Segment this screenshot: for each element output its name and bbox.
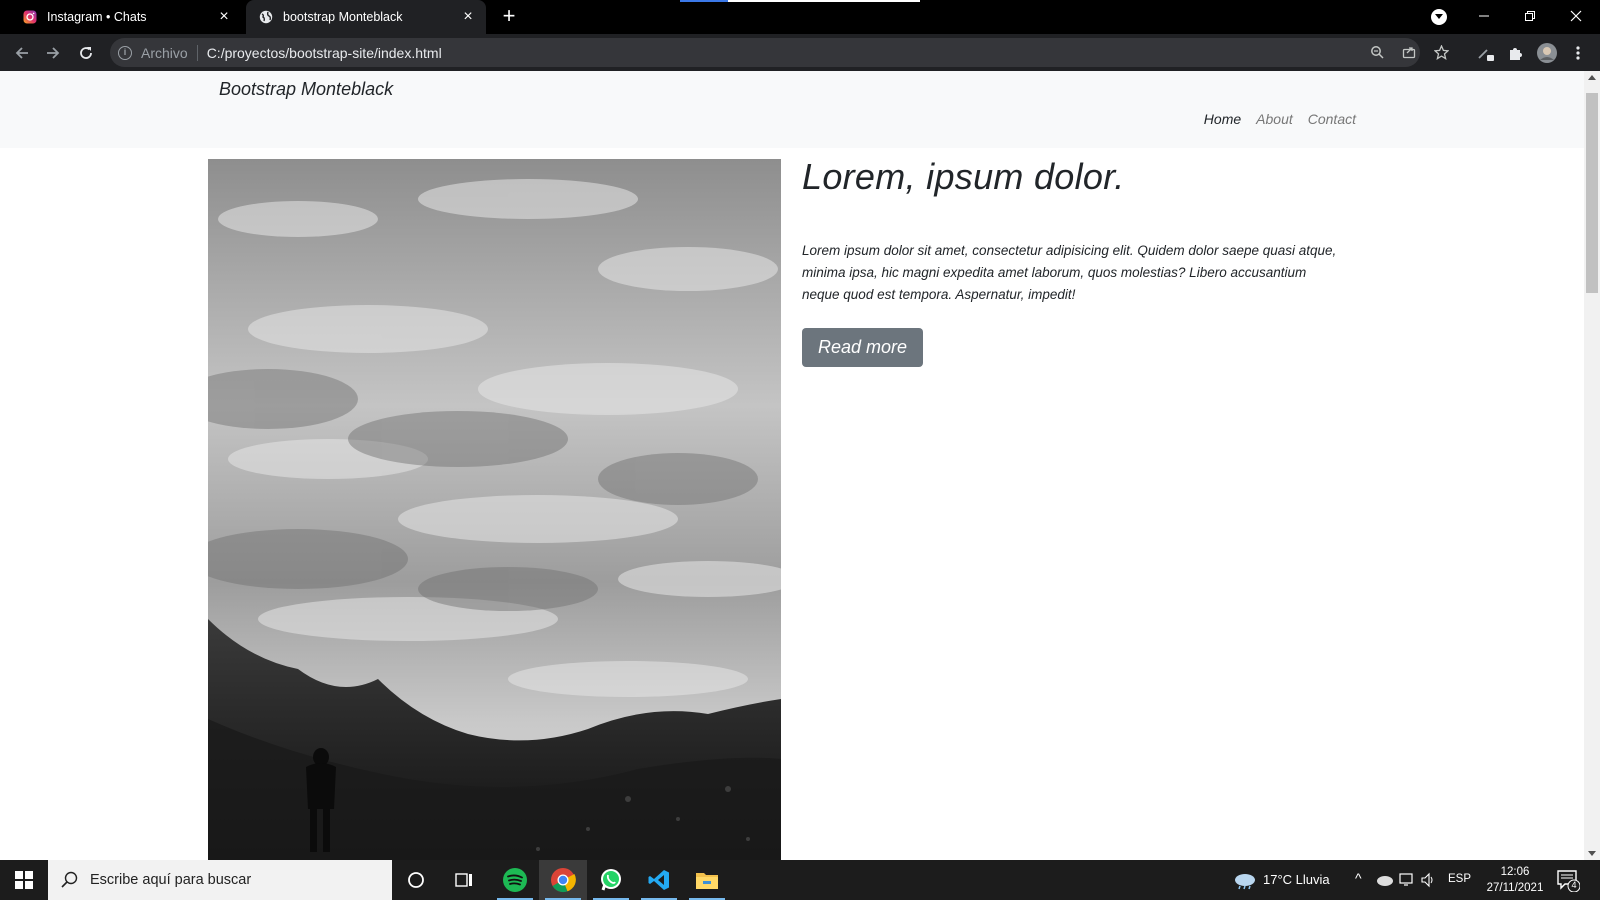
instagram-icon (22, 9, 38, 25)
menu-kebab-icon[interactable] (1566, 41, 1590, 65)
taskbar-clock[interactable]: 12:06 27/11/2021 (1484, 864, 1546, 896)
reload-icon[interactable] (74, 41, 98, 65)
close-tab-icon[interactable]: × (460, 9, 476, 25)
network-icon[interactable] (1399, 872, 1415, 893)
share-icon[interactable] (1398, 41, 1420, 63)
file-explorer-icon[interactable] (683, 860, 731, 900)
new-tab-button[interactable]: + (498, 5, 520, 27)
vscode-icon[interactable] (635, 860, 683, 900)
input-language[interactable]: ESP (1448, 873, 1471, 885)
windows-start-icon[interactable] (0, 860, 48, 900)
page-scrollbar[interactable] (1584, 71, 1600, 860)
minimize-icon[interactable] (1472, 4, 1496, 28)
tab-title: Instagram • Chats (47, 10, 147, 24)
tab-title: bootstrap Monteblack (283, 10, 403, 24)
site-info-icon[interactable]: i (118, 45, 132, 60)
forward-icon[interactable] (41, 41, 65, 65)
address-bar[interactable]: i Archivo C:/proyectos/bootstrap-site/in… (110, 38, 1420, 67)
loading-bar (680, 0, 920, 2)
extensions-puzzle-icon[interactable] (1504, 41, 1528, 65)
close-window-icon[interactable] (1564, 4, 1588, 28)
weather-cloud-icon[interactable] (1233, 872, 1257, 895)
clock-date: 27/11/2021 (1486, 882, 1544, 894)
address-scheme: Archivo (141, 44, 188, 61)
close-tab-icon[interactable]: × (216, 9, 232, 25)
site-brand[interactable]: Bootstrap Monteblack (219, 79, 393, 100)
address-separator (196, 44, 198, 61)
landscape-photo (208, 159, 781, 860)
hero-paragraph: Lorem ipsum dolor sit amet, consectetur … (802, 243, 1337, 302)
extension-pen-icon[interactable] (1474, 41, 1498, 65)
tab-bootstrap-monteblack[interactable]: bootstrap Monteblack × (246, 0, 486, 34)
clock-time: 12:06 (1500, 866, 1530, 878)
nav-links: Home About Contact (1204, 111, 1356, 127)
nav-link-about[interactable]: About (1256, 111, 1293, 127)
notification-count: 4 (1571, 880, 1577, 890)
tab-instagram[interactable]: Instagram • Chats × (10, 0, 242, 34)
site-navbar: Bootstrap Monteblack Home About Contact (0, 71, 1584, 148)
scroll-down-icon[interactable] (1588, 851, 1596, 856)
address-url[interactable]: C:/proyectos/bootstrap-site/index.html (207, 45, 442, 61)
spotify-icon[interactable] (491, 860, 539, 900)
page-title: Lorem, ipsum dolor. (802, 156, 1125, 197)
nav-link-home[interactable]: Home (1204, 111, 1241, 127)
globe-icon (258, 9, 274, 25)
tab-strip: Instagram • Chats × bootstrap Monteblack… (0, 0, 1600, 34)
taskbar-search-input[interactable]: Escribe aquí para buscar (48, 860, 392, 900)
avatar[interactable] (1535, 41, 1559, 65)
cortana-icon[interactable] (392, 860, 440, 900)
page-viewport: Bootstrap Monteblack Home About Contact (0, 71, 1584, 860)
chrome-icon[interactable] (539, 860, 587, 900)
onedrive-cloud-icon[interactable] (1376, 873, 1394, 891)
search-placeholder: Escribe aquí para buscar (90, 872, 252, 888)
windows-taskbar: Escribe aquí para buscar 17°C Lluvia ^ E… (0, 860, 1600, 900)
volume-icon[interactable] (1420, 872, 1436, 893)
browser-toolbar: i Archivo C:/proyectos/bootstrap-site/in… (0, 34, 1600, 71)
scrollbar-thumb[interactable] (1586, 93, 1598, 293)
tray-chevron-up-icon[interactable]: ^ (1355, 870, 1362, 886)
read-more-button[interactable]: Read more (802, 328, 924, 367)
back-icon[interactable] (10, 41, 34, 65)
notification-center-icon[interactable]: 4 (1556, 868, 1581, 893)
tab-search-icon[interactable] (1431, 9, 1447, 25)
zoom-icon[interactable] (1366, 41, 1388, 63)
task-view-icon[interactable] (440, 860, 488, 900)
bookmark-star-icon[interactable] (1430, 41, 1452, 63)
whatsapp-icon[interactable] (587, 860, 635, 900)
nav-link-contact[interactable]: Contact (1308, 111, 1356, 127)
hero-content: Lorem, ipsum dolor. Lorem ipsum dolor si… (802, 156, 1347, 367)
search-icon (60, 870, 80, 890)
restore-icon[interactable] (1518, 4, 1542, 28)
weather-text[interactable]: 17°C Lluvia (1263, 872, 1330, 887)
scroll-up-icon[interactable] (1588, 75, 1596, 80)
